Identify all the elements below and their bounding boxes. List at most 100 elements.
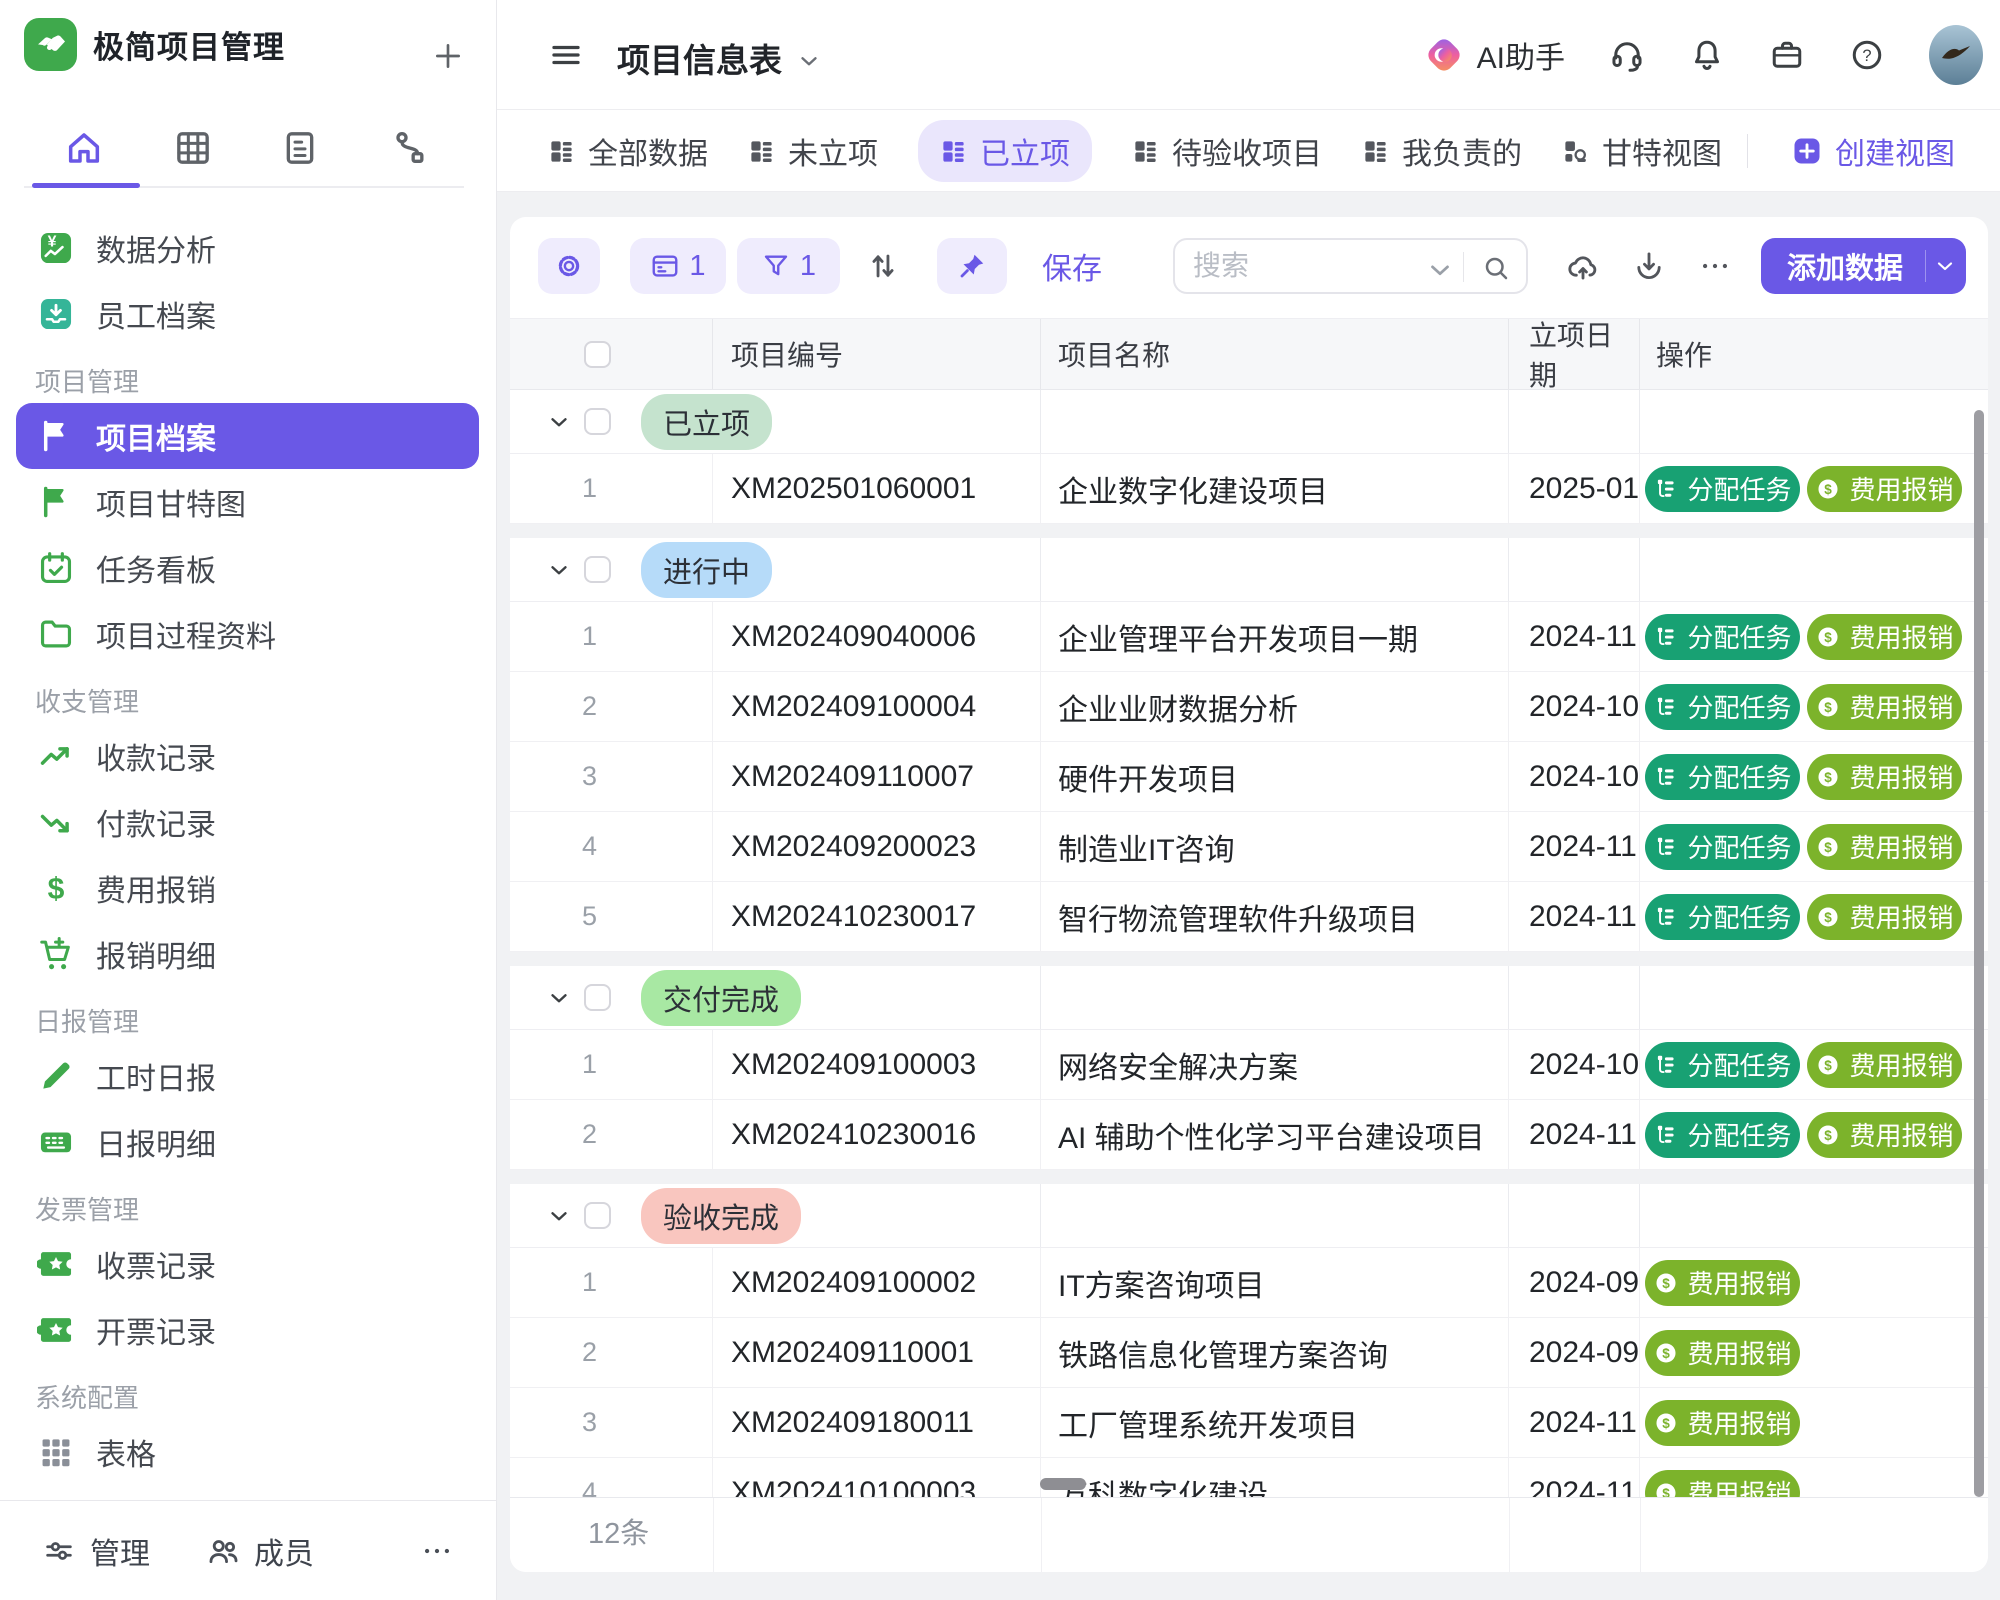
briefcase-icon[interactable] <box>1769 37 1805 73</box>
expense-button[interactable]: $费用报销 <box>1807 466 1962 512</box>
expense-button[interactable]: $费用报销 <box>1645 1470 1800 1498</box>
group-checkbox[interactable] <box>584 556 611 583</box>
collapse-chevron-icon[interactable] <box>546 557 572 583</box>
footer-管理-button[interactable]: 管理 <box>42 1529 150 1573</box>
view-tab-未立项[interactable]: 未立项 <box>748 120 878 182</box>
sidebar-item-任务看板[interactable]: 任务看板 <box>0 535 495 601</box>
table-row[interactable]: 2XM202409110001铁路信息化管理方案咨询2024-09$费用报销 <box>510 1318 1988 1388</box>
expense-button[interactable]: $费用报销 <box>1807 614 1962 660</box>
create-view-button[interactable]: 创建视图 <box>1792 129 1955 173</box>
add-workspace-icon[interactable] <box>432 40 464 72</box>
assign-button[interactable]: 分配任务 <box>1645 1112 1800 1158</box>
view-tab-甘特视图[interactable]: 甘特视图 <box>1562 120 1722 182</box>
sidebar-item-费用报销[interactable]: $费用报销 <box>0 855 495 921</box>
sidebar-item-label: 员工档案 <box>96 292 216 336</box>
bell-icon[interactable] <box>1689 37 1725 73</box>
assign-button[interactable]: 分配任务 <box>1645 754 1800 800</box>
table-row[interactable]: 2XM202410230016AI 辅助个性化学习平台建设项目2024-11分配… <box>510 1100 1988 1170</box>
expense-button[interactable]: $费用报销 <box>1645 1400 1800 1446</box>
assign-button[interactable]: 分配任务 <box>1645 824 1800 870</box>
table-row[interactable]: 1XM202409100002IT方案咨询项目2024-09$费用报销 <box>510 1248 1988 1318</box>
footer-成员-button[interactable]: 成员 <box>206 1529 314 1573</box>
sidebar-item-收款记录[interactable]: 收款记录 <box>0 723 495 789</box>
expense-button[interactable]: $费用报销 <box>1807 1042 1962 1088</box>
group-checkbox[interactable] <box>584 1202 611 1229</box>
sidebar-item-数据分析[interactable]: ¥数据分析 <box>0 215 495 281</box>
sidebar-item-工时日报[interactable]: 工时日报 <box>0 1043 495 1109</box>
table-row[interactable]: 1XM202409100003网络安全解决方案2024-10分配任务$费用报销 <box>510 1030 1988 1100</box>
filter-button[interactable]: 1 <box>737 238 840 294</box>
sidebar-tab-flow[interactable] <box>390 128 430 168</box>
headset-icon[interactable] <box>1609 37 1645 73</box>
vertical-scrollbar[interactable] <box>1974 410 1984 1497</box>
assign-button[interactable]: 分配任务 <box>1645 684 1800 730</box>
assign-button[interactable]: 分配任务 <box>1645 1042 1800 1088</box>
avatar[interactable] <box>1929 25 1983 85</box>
sheet-title[interactable]: 项目信息表 <box>617 34 822 82</box>
sidebar-item-开票记录[interactable]: 开票记录 <box>0 1297 495 1363</box>
field-config-button[interactable]: 1 <box>630 238 726 294</box>
view-tab-待验收项目[interactable]: 待验收项目 <box>1132 120 1322 182</box>
sort-button[interactable] <box>860 238 906 294</box>
column-header-name[interactable]: 项目名称 <box>1041 319 1509 389</box>
sidebar-item-收票记录[interactable]: 收票记录 <box>0 1231 495 1297</box>
expense-button[interactable]: $费用报销 <box>1807 894 1962 940</box>
expense-button[interactable]: $费用报销 <box>1807 1112 1962 1158</box>
sidebar-item-流程[interactable]: 流程 <box>0 1485 495 1500</box>
download-button[interactable] <box>1629 238 1669 294</box>
search-icon[interactable] <box>1481 253 1511 283</box>
table-row[interactable]: 5XM202410230017智行物流管理软件升级项目2024-11分配任务$费… <box>510 882 1988 952</box>
collapse-chevron-icon[interactable] <box>546 985 572 1011</box>
expense-button[interactable]: $费用报销 <box>1807 684 1962 730</box>
sidebar-item-项目档案[interactable]: 项目档案 <box>16 403 479 469</box>
column-header-code[interactable]: 项目编号 <box>713 319 1041 389</box>
sidebar-item-员工档案[interactable]: 员工档案 <box>0 281 495 347</box>
sidebar-tab-document[interactable] <box>280 128 320 168</box>
assign-button[interactable]: 分配任务 <box>1645 466 1800 512</box>
group-checkbox[interactable] <box>584 984 611 1011</box>
sidebar-tab-table[interactable] <box>173 128 213 168</box>
sidebar-item-付款记录[interactable]: 付款记录 <box>0 789 495 855</box>
assign-button[interactable]: 分配任务 <box>1645 894 1800 940</box>
help-icon[interactable]: ? <box>1849 37 1885 73</box>
column-header-actions[interactable]: 操作 <box>1640 319 1988 389</box>
search-scope-chevron-icon[interactable] <box>1425 255 1455 285</box>
expense-button[interactable]: $费用报销 <box>1645 1260 1800 1306</box>
sidebar-item-项目甘特图[interactable]: 项目甘特图 <box>0 469 495 535</box>
expense-button[interactable]: $费用报销 <box>1645 1330 1800 1376</box>
view-tab-全部数据[interactable]: 全部数据 <box>548 120 708 182</box>
view-tab-我负责的[interactable]: 我负责的 <box>1362 120 1522 182</box>
sidebar-item-报销明细[interactable]: 报销明细 <box>0 921 495 987</box>
sidebar-item-表格[interactable]: 表格 <box>0 1419 495 1485</box>
add-data-button[interactable]: 添加数据 <box>1761 238 1966 294</box>
ai-assistant-button[interactable]: AI助手 <box>1423 33 1565 77</box>
save-button[interactable]: 保存 <box>1032 238 1112 294</box>
table-row[interactable]: 1XM202409040006企业管理平台开发项目一期2024-11分配任务$费… <box>510 602 1988 672</box>
horizontal-scrollbar[interactable] <box>1040 1478 1086 1490</box>
sidebar-item-项目过程资料[interactable]: 项目过程资料 <box>0 601 495 667</box>
table-row[interactable]: 3XM202409110007硬件开发项目2024-10分配任务$费用报销 <box>510 742 1988 812</box>
sidebar-item-日报明细[interactable]: 日报明细 <box>0 1109 495 1175</box>
sidebar-tab-home[interactable] <box>64 128 104 168</box>
hamburger-menu-icon[interactable] <box>548 37 584 73</box>
table-row[interactable]: 3XM202409180011工厂管理系统开发项目2024-11$费用报销 <box>510 1388 1988 1458</box>
expense-button[interactable]: $费用报销 <box>1807 824 1962 870</box>
table-row[interactable]: 2XM202409100004企业业财数据分析2024-10分配任务$费用报销 <box>510 672 1988 742</box>
table-row[interactable]: 4XM202410100003万科数字化建设2024-11$费用报销 <box>510 1458 1988 1497</box>
footer-more-button[interactable] <box>420 1534 454 1568</box>
select-all-checkbox[interactable] <box>584 341 611 368</box>
table-row[interactable]: 4XM202409200023制造业IT咨询2024-11分配任务$费用报销 <box>510 812 1988 882</box>
expense-button[interactable]: $费用报销 <box>1807 754 1962 800</box>
group-checkbox[interactable] <box>584 408 611 435</box>
more-actions-button[interactable] <box>1695 238 1735 294</box>
collapse-chevron-icon[interactable] <box>546 409 572 435</box>
import-button[interactable] <box>1563 238 1603 294</box>
search-input[interactable] <box>1193 244 1413 288</box>
column-header-date[interactable]: 立项日期 <box>1509 319 1640 389</box>
table-row[interactable]: 1XM202501060001企业数字化建设项目2025-01分配任务$费用报销 <box>510 454 1988 524</box>
collapse-chevron-icon[interactable] <box>546 1203 572 1229</box>
view-tab-已立项[interactable]: 已立项 <box>918 120 1092 182</box>
assign-button[interactable]: 分配任务 <box>1645 614 1800 660</box>
pin-button[interactable] <box>937 238 1007 294</box>
view-settings-button[interactable] <box>538 238 600 294</box>
